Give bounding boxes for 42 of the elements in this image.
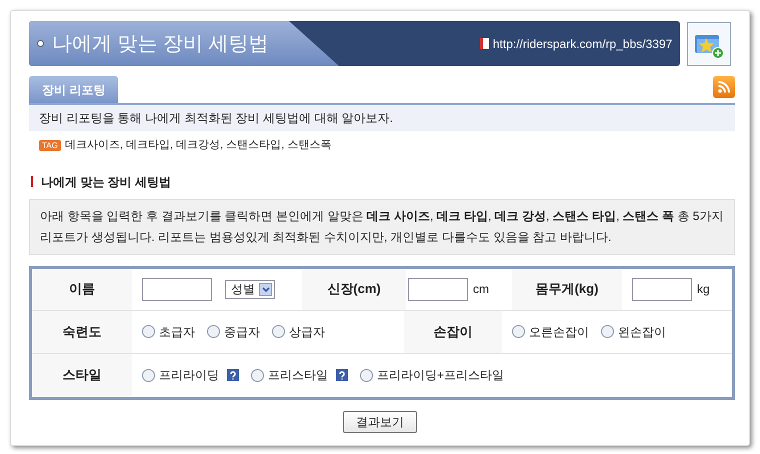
tag-badge: TAG	[39, 140, 61, 151]
radio-button[interactable]	[601, 325, 614, 338]
radio-label: 상급자	[289, 324, 325, 340]
radio-label: 초급자	[159, 324, 195, 340]
rss-icon[interactable]	[713, 76, 735, 98]
heading-marker-icon	[31, 176, 33, 187]
help-icon[interactable]	[227, 369, 239, 381]
field-label: 스타일	[62, 366, 102, 384]
gender-select[interactable]: 성별	[225, 280, 275, 298]
radio-button[interactable]	[360, 368, 373, 382]
unit-label: cm	[473, 281, 489, 298]
radio-label: 왼손잡이	[618, 324, 666, 340]
unit-label: kg	[697, 281, 710, 298]
radio-button[interactable]	[142, 368, 155, 382]
tag-list: 데크사이즈, 데크타입, 데크강성, 스탠스타입, 스탠스폭	[64, 137, 332, 154]
radio-label: 프리라이딩+프리스타일	[377, 367, 504, 384]
section-heading: 나에게 맞는 장비 세팅법	[41, 174, 172, 190]
page-title: 나에게 맞는 장비 세팅법	[52, 32, 269, 56]
url-link[interactable]: http://riderspark.com/rp_bbs/3397	[492, 34, 672, 52]
radio-label: 프리스타일	[268, 367, 328, 384]
radio-button[interactable]	[142, 325, 155, 338]
chevron-down-icon	[262, 286, 270, 292]
radio-button[interactable]	[512, 325, 525, 338]
height-field[interactable]	[408, 278, 468, 300]
intro-text: 장비 리포팅을 통해 나에게 최적화된 장비 세팅법에 대해 알아보자.	[39, 110, 394, 127]
field-label: 숙련도	[62, 322, 102, 341]
weight-field[interactable]	[632, 278, 692, 300]
radio-button[interactable]	[207, 325, 220, 338]
help-icon[interactable]	[336, 369, 348, 381]
radio-label: 오른손잡이	[529, 324, 589, 340]
name-field[interactable]	[142, 278, 212, 300]
radio-button[interactable]	[272, 325, 285, 338]
field-label: 이름	[69, 280, 95, 298]
description-text: 아래 항목을 입력한 후 결과보기를 클릭하면 본인에게 알맞은 데크 사이즈, 데크 타입, 데크 강성, 스탠스 타입, 스탠스 폭 총 5가지 리포트가 생성됩니다. 리포트는 범용성있게 최적화된 수치이지만, 개인별로 다를수도 있음을 참고 바랍니다.	[40, 208, 724, 246]
radio-button[interactable]	[251, 368, 264, 382]
result-button[interactable]: 결과보기	[343, 410, 417, 432]
field-label: 몸무게(kg)	[536, 280, 598, 298]
field-label: 신장(cm)	[327, 280, 381, 298]
radio-label: 프리라이딩	[159, 367, 219, 384]
radio-label: 중급자	[224, 324, 260, 340]
field-label: 손잡이	[434, 322, 472, 341]
link-icon	[480, 38, 489, 49]
